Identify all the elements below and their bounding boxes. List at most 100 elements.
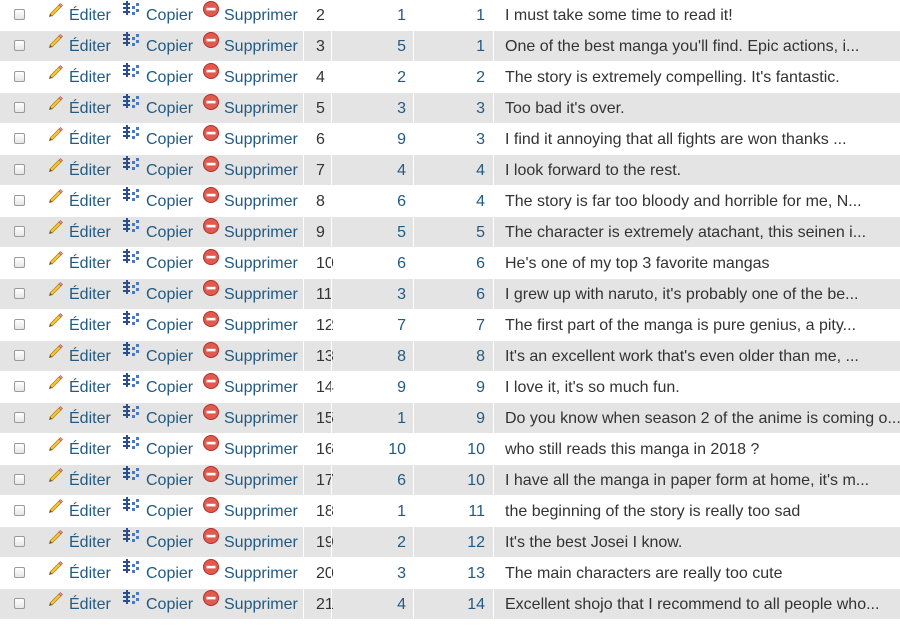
delete-link[interactable]: Supprimer: [202, 93, 298, 124]
copy-link[interactable]: Copier: [122, 93, 193, 124]
row-checkbox[interactable]: [14, 350, 25, 361]
edit-link[interactable]: Éditer: [47, 93, 111, 124]
row-checkbox[interactable]: [14, 598, 25, 609]
row-checkbox[interactable]: [14, 443, 25, 454]
delete-link[interactable]: Supprimer: [202, 496, 298, 527]
copy-link[interactable]: Copier: [122, 279, 193, 310]
edit-link[interactable]: Éditer: [47, 341, 111, 372]
copy-link[interactable]: Copier: [122, 62, 193, 93]
edit-link[interactable]: Éditer: [47, 465, 111, 496]
edit-link[interactable]: Éditer: [47, 589, 111, 620]
copy-link[interactable]: Copier: [122, 372, 193, 403]
delete-icon: [202, 0, 220, 29]
cell-col3: 6: [476, 286, 485, 303]
delete-link[interactable]: Supprimer: [202, 248, 298, 279]
delete-link[interactable]: Supprimer: [202, 403, 298, 434]
delete-link[interactable]: Supprimer: [202, 465, 298, 496]
cell-col2: 3: [397, 100, 406, 117]
edit-link[interactable]: Éditer: [47, 496, 111, 527]
copy-link[interactable]: Copier: [122, 248, 193, 279]
copy-link[interactable]: Copier: [122, 31, 193, 62]
cell-col3: 2: [476, 69, 485, 86]
edit-link[interactable]: Éditer: [47, 403, 111, 434]
delete-link[interactable]: Supprimer: [202, 434, 298, 465]
row-checkbox[interactable]: [14, 381, 25, 392]
delete-link[interactable]: Supprimer: [202, 372, 298, 403]
edit-link[interactable]: Éditer: [47, 279, 111, 310]
edit-link[interactable]: Éditer: [47, 31, 111, 62]
row-checkbox[interactable]: [14, 412, 25, 423]
delete-link[interactable]: Supprimer: [202, 62, 298, 93]
pencil-icon: [47, 0, 65, 29]
row-checkbox[interactable]: [14, 257, 25, 268]
edit-link[interactable]: Éditer: [47, 62, 111, 93]
copy-link[interactable]: Copier: [122, 186, 193, 217]
copy-link[interactable]: Copier: [122, 434, 193, 465]
row-checkbox[interactable]: [14, 40, 25, 51]
cell-col2: 3: [397, 286, 406, 303]
column-divider: [493, 589, 494, 619]
delete-link[interactable]: Supprimer: [202, 310, 298, 341]
copy-link[interactable]: Copier: [122, 217, 193, 248]
edit-label: Éditer: [69, 348, 111, 365]
row-checkbox[interactable]: [14, 133, 25, 144]
copy-link[interactable]: Copier: [122, 155, 193, 186]
delete-link[interactable]: Supprimer: [202, 155, 298, 186]
pencil-icon: [47, 525, 65, 556]
copy-link[interactable]: Copier: [122, 589, 193, 620]
copy-link[interactable]: Copier: [122, 0, 193, 31]
copy-link[interactable]: Copier: [122, 465, 193, 496]
delete-link[interactable]: Supprimer: [202, 279, 298, 310]
row-checkbox[interactable]: [14, 319, 25, 330]
edit-link[interactable]: Éditer: [47, 434, 111, 465]
row-checkbox[interactable]: [14, 71, 25, 82]
edit-link[interactable]: Éditer: [47, 527, 111, 558]
edit-link[interactable]: Éditer: [47, 0, 111, 31]
row-checkbox[interactable]: [14, 226, 25, 237]
edit-link[interactable]: Éditer: [47, 372, 111, 403]
delete-link[interactable]: Supprimer: [202, 217, 298, 248]
copy-icon: [122, 401, 142, 432]
edit-link[interactable]: Éditer: [47, 155, 111, 186]
copy-link[interactable]: Copier: [122, 527, 193, 558]
column-divider: [331, 372, 332, 402]
copy-label: Copier: [146, 596, 194, 613]
delete-link[interactable]: Supprimer: [202, 124, 298, 155]
delete-link[interactable]: Supprimer: [202, 31, 298, 62]
row-checkbox[interactable]: [14, 536, 25, 547]
row-checkbox[interactable]: [14, 9, 25, 20]
column-divider: [413, 217, 414, 247]
copy-link[interactable]: Copier: [122, 496, 193, 527]
delete-link[interactable]: Supprimer: [202, 341, 298, 372]
edit-link[interactable]: Éditer: [47, 310, 111, 341]
copy-link[interactable]: Copier: [122, 310, 193, 341]
copy-link[interactable]: Copier: [122, 341, 193, 372]
copy-link[interactable]: Copier: [122, 403, 193, 434]
column-divider: [303, 434, 304, 464]
edit-link[interactable]: Éditer: [47, 558, 111, 589]
row-checkbox[interactable]: [14, 474, 25, 485]
copy-link[interactable]: Copier: [122, 124, 193, 155]
delete-link[interactable]: Supprimer: [202, 527, 298, 558]
copy-link[interactable]: Copier: [122, 558, 193, 589]
column-divider: [303, 341, 304, 371]
edit-label: Éditer: [69, 410, 111, 427]
cell-col3: 3: [476, 100, 485, 117]
row-checkbox[interactable]: [14, 195, 25, 206]
row-checkbox[interactable]: [14, 164, 25, 175]
edit-link[interactable]: Éditer: [47, 248, 111, 279]
cell-id: 2: [316, 7, 325, 24]
edit-link[interactable]: Éditer: [47, 124, 111, 155]
pencil-icon: [47, 91, 65, 122]
delete-link[interactable]: Supprimer: [202, 589, 298, 620]
delete-link[interactable]: Supprimer: [202, 186, 298, 217]
row-checkbox[interactable]: [14, 102, 25, 113]
delete-link[interactable]: Supprimer: [202, 0, 298, 31]
pencil-icon: [47, 246, 65, 277]
row-checkbox[interactable]: [14, 288, 25, 299]
row-checkbox[interactable]: [14, 505, 25, 516]
edit-link[interactable]: Éditer: [47, 186, 111, 217]
edit-link[interactable]: Éditer: [47, 217, 111, 248]
delete-link[interactable]: Supprimer: [202, 558, 298, 589]
row-checkbox[interactable]: [14, 567, 25, 578]
